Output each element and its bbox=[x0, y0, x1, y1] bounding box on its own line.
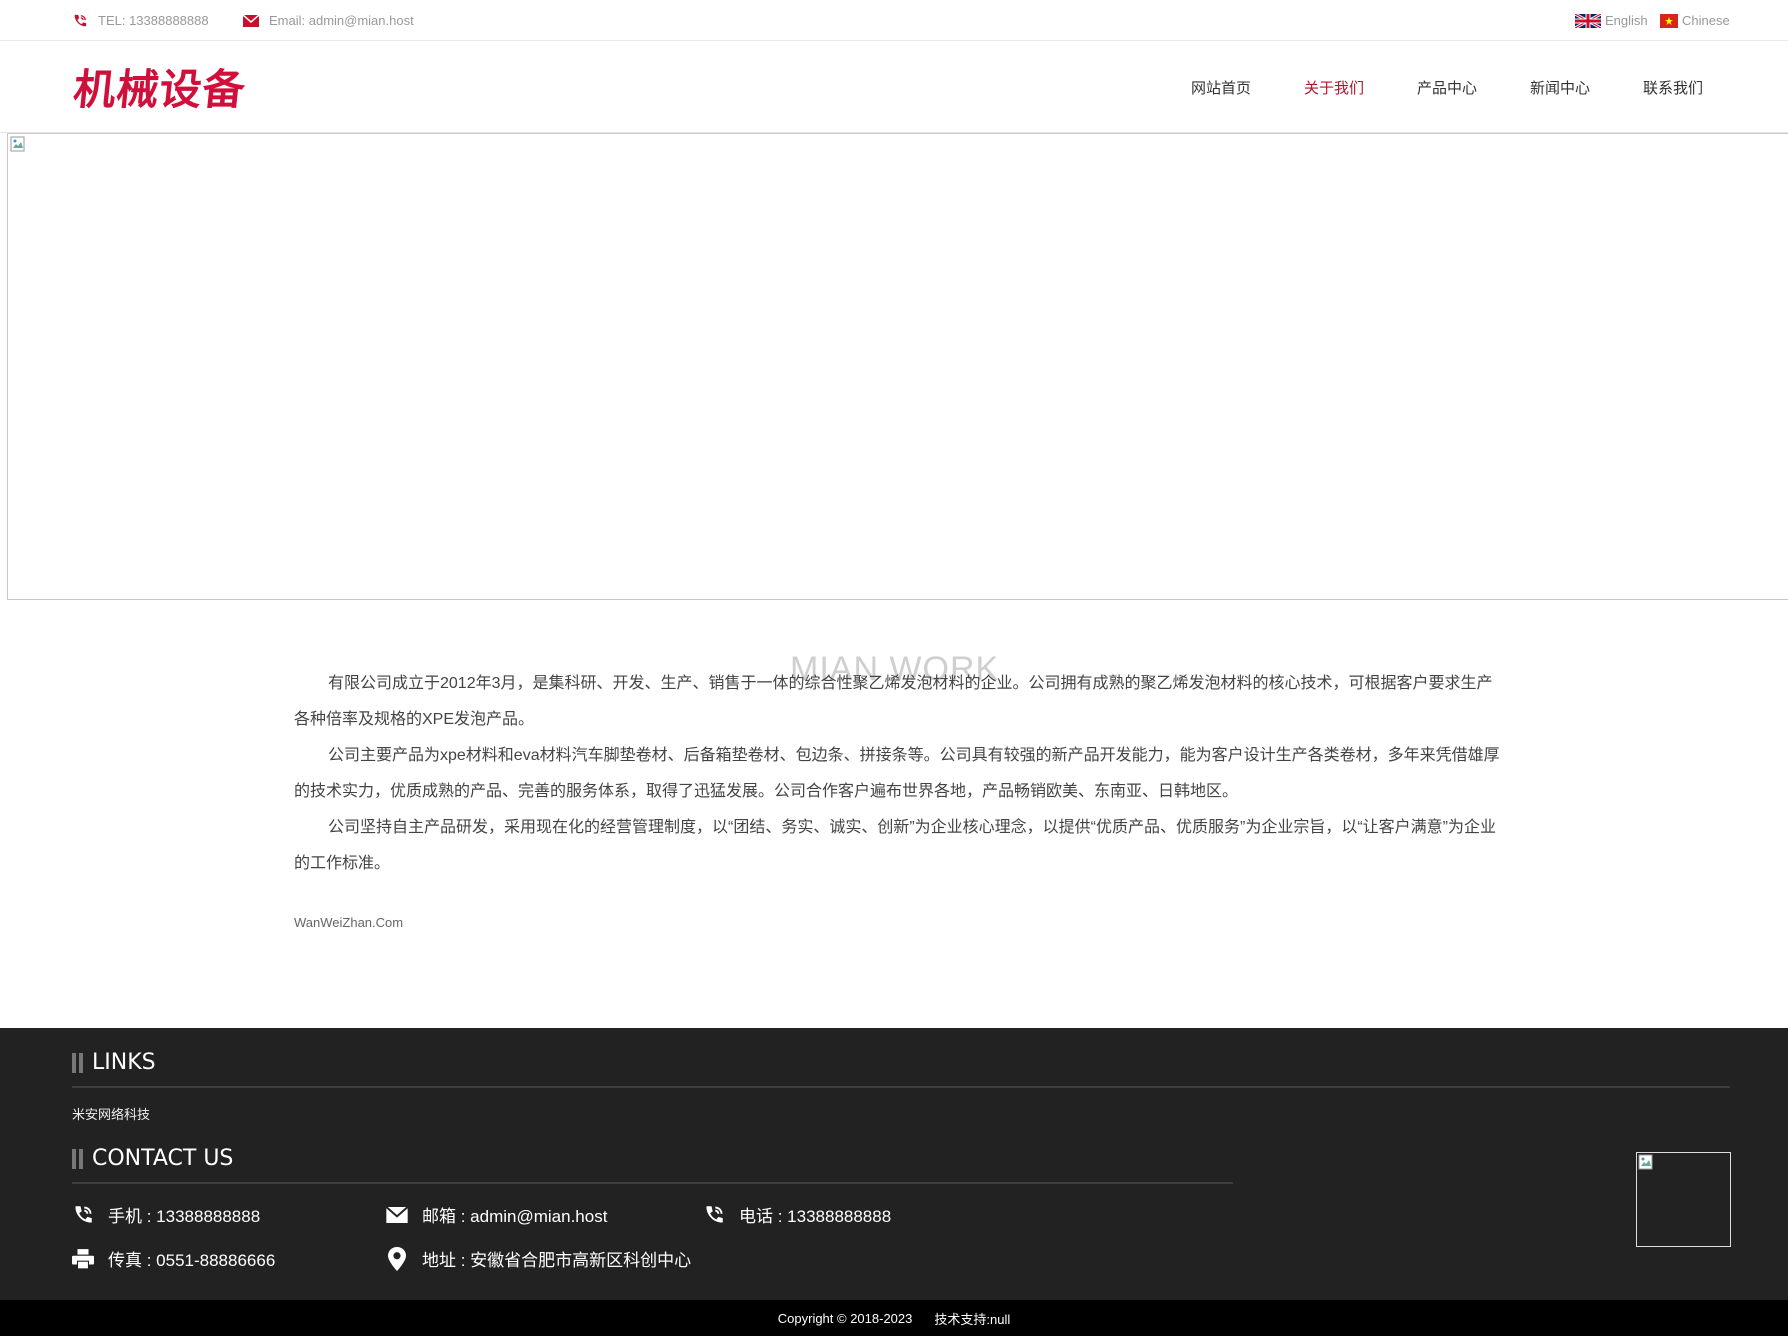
contact-email-text: 邮箱 : admin@mian.host bbox=[422, 1207, 608, 1226]
contact-mobile-text: 手机 : 13388888888 bbox=[108, 1207, 261, 1226]
mail-icon bbox=[386, 1206, 408, 1223]
about-paragraph-1: 有限公司成立于2012年3月，是集科研、开发、生产、销售于一体的综合性聚乙烯发泡… bbox=[294, 675, 1493, 728]
tech-support-link[interactable]: 技术支持:null bbox=[934, 1309, 1010, 1328]
broken-image-icon bbox=[10, 136, 25, 152]
nav-item-about[interactable]: 关于我们 bbox=[1304, 77, 1364, 98]
qr-code-image bbox=[1636, 1152, 1731, 1247]
contact-phone: 电话 : 13388888888 bbox=[703, 1202, 891, 1227]
site-logo[interactable]: 机械设备 bbox=[71, 61, 248, 114]
site-footer: LINKS 米安网络科技 CONTACT US 手机 : 13388888888… bbox=[0, 1028, 1788, 1300]
main-nav: 网站首页 关于我们 产品中心 新闻中心 联系我们 bbox=[788, 77, 1788, 101]
broken-image-icon bbox=[1638, 1154, 1653, 1170]
contact-address-text: 地址 : 安徽省合肥市高新区科创中心 bbox=[422, 1251, 692, 1270]
site-header: 机械设备 网站首页 关于我们 产品中心 新闻中心 联系我们 bbox=[0, 41, 1788, 133]
vietnam-flag-icon bbox=[1660, 13, 1678, 28]
contact-address: 地址 : 安徽省合肥市高新区科创中心 bbox=[386, 1246, 691, 1271]
about-paragraph-2: 公司主要产品为xpe材料和eva材料汽车脚垫卷材、后备箱垫卷材、包边条、拼接条等… bbox=[294, 747, 1500, 800]
links-title: LINKS bbox=[92, 1050, 156, 1075]
email-text: Email: admin@mian.host bbox=[269, 13, 414, 28]
top-tel: TEL: 13388888888 bbox=[72, 13, 209, 28]
contact-mobile: 手机 : 13388888888 bbox=[72, 1202, 260, 1227]
footer-link-mian[interactable]: 米安网络科技 bbox=[72, 1104, 150, 1123]
logo-text: 机械设备 bbox=[71, 64, 249, 114]
phone-icon bbox=[75, 1205, 92, 1223]
phone-icon bbox=[706, 1205, 723, 1223]
top-bar: TEL: 13388888888 Email: admin@mian.host … bbox=[0, 0, 1788, 41]
nav-item-contact[interactable]: 联系我们 bbox=[1643, 77, 1703, 98]
nav-item-products[interactable]: 产品中心 bbox=[1417, 77, 1477, 98]
lang-chinese-link[interactable]: Chinese bbox=[1660, 13, 1730, 28]
fax-icon bbox=[72, 1248, 94, 1269]
lang-chinese-label: Chinese bbox=[1682, 13, 1730, 28]
location-icon bbox=[388, 1246, 406, 1271]
about-text: 有限公司成立于2012年3月，是集科研、开发、生产、销售于一体的综合性聚乙烯发泡… bbox=[294, 666, 1504, 882]
heading-bars-icon bbox=[72, 1052, 84, 1073]
links-divider bbox=[72, 1086, 1730, 1088]
phone-icon bbox=[74, 14, 87, 26]
contact-divider bbox=[72, 1182, 1233, 1184]
contact-fax: 传真 : 0551-88886666 bbox=[72, 1246, 275, 1271]
contact-email: 邮箱 : admin@mian.host bbox=[386, 1202, 607, 1227]
copyright-bar: Copyright © 2018-2023 技术支持:null bbox=[0, 1300, 1788, 1336]
contact-phone-text: 电话 : 13388888888 bbox=[739, 1207, 892, 1226]
tel-text: TEL: 13388888888 bbox=[98, 13, 209, 28]
heading-bars-icon bbox=[72, 1148, 84, 1169]
mail-icon bbox=[243, 14, 259, 27]
site-link[interactable]: WanWeiZhan.Com bbox=[294, 915, 403, 930]
contact-fax-text: 传真 : 0551-88886666 bbox=[108, 1251, 276, 1270]
lang-english-label: English bbox=[1605, 13, 1648, 28]
banner-image bbox=[7, 133, 1788, 600]
about-paragraph-3: 公司坚持自主产品研发，采用现在化的经营管理制度，以“团结、务实、诚实、创新”为企… bbox=[294, 819, 1496, 872]
nav-item-home[interactable]: 网站首页 bbox=[1191, 77, 1251, 98]
copyright-text: Copyright © 2018-2023 bbox=[777, 1310, 913, 1326]
uk-flag-icon bbox=[1575, 13, 1601, 28]
top-email[interactable]: Email: admin@mian.host bbox=[243, 13, 414, 28]
lang-english-link[interactable]: English bbox=[1575, 13, 1648, 28]
links-heading: LINKS bbox=[72, 1050, 156, 1075]
contact-title: CONTACT US bbox=[92, 1146, 234, 1171]
contact-heading: CONTACT US bbox=[72, 1146, 233, 1171]
nav-item-news[interactable]: 新闻中心 bbox=[1530, 77, 1590, 98]
